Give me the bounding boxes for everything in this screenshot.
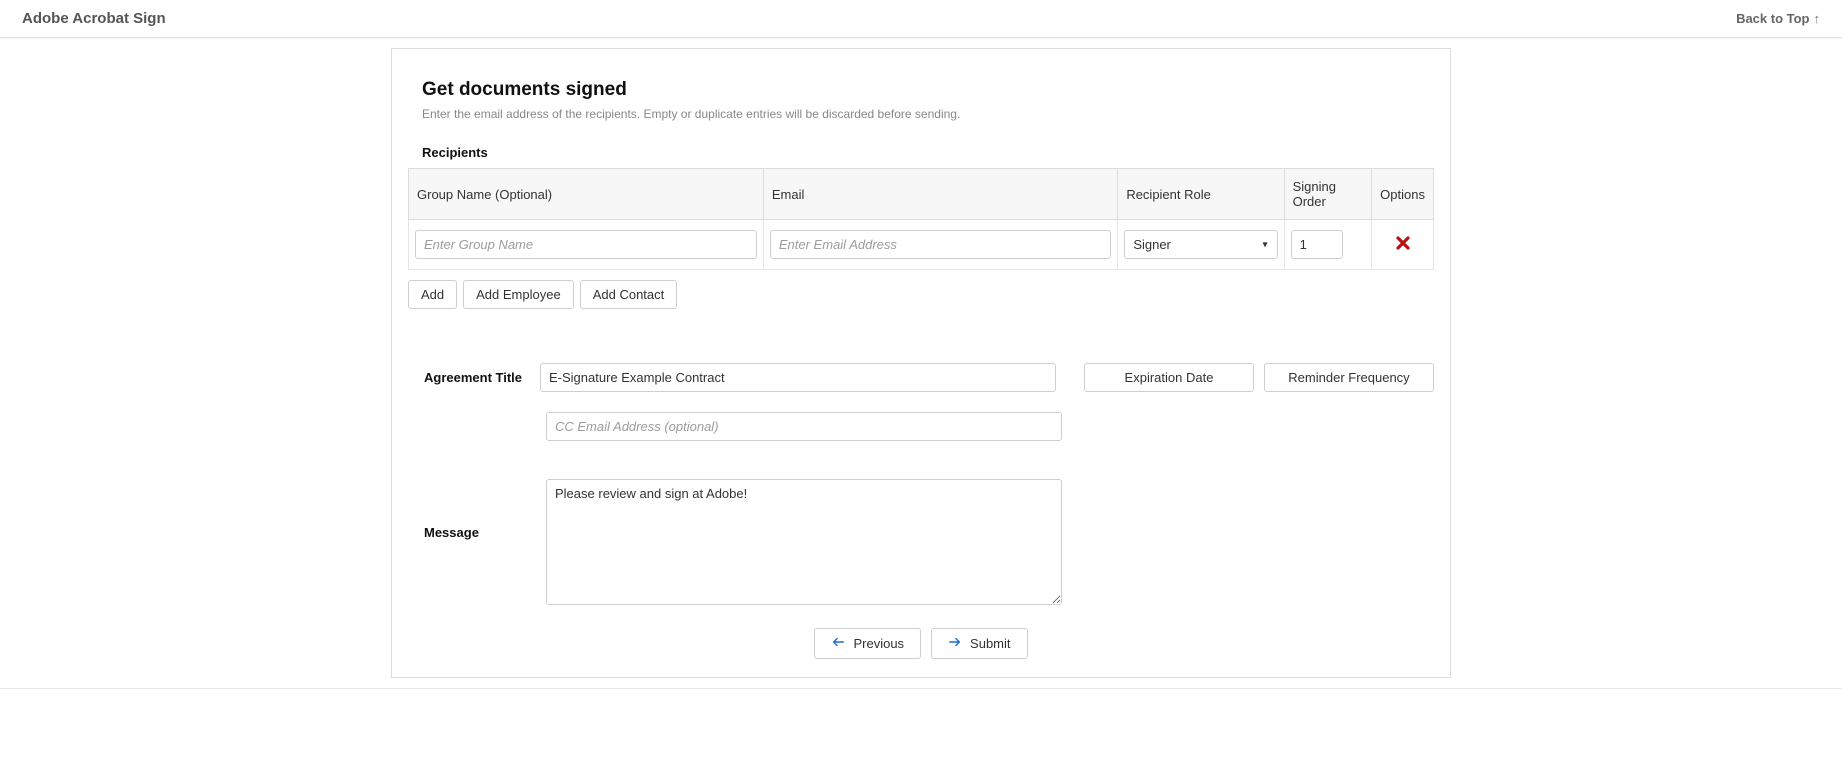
- previous-label: Previous: [853, 636, 904, 651]
- col-header-email: Email: [763, 169, 1117, 220]
- col-header-group: Group Name (Optional): [409, 169, 764, 220]
- group-name-input[interactable]: [415, 230, 757, 259]
- email-input[interactable]: [770, 230, 1111, 259]
- arrow-left-icon: [831, 635, 845, 652]
- message-label: Message: [424, 479, 530, 540]
- agreement-title-input[interactable]: [540, 363, 1056, 392]
- topbar: Adobe Acrobat Sign Back to Top ↑: [0, 0, 1842, 38]
- close-icon: [1395, 235, 1411, 254]
- form-panel: Get documents signed Enter the email add…: [391, 48, 1451, 678]
- back-to-top-label: Back to Top: [1736, 11, 1809, 26]
- previous-button[interactable]: Previous: [814, 628, 921, 659]
- recipients-label: Recipients: [408, 145, 1434, 160]
- submit-label: Submit: [970, 636, 1010, 651]
- agreement-title-label: Agreement Title: [424, 370, 524, 385]
- recipient-role-select[interactable]: Signer: [1124, 230, 1277, 259]
- reminder-frequency-button[interactable]: Reminder Frequency: [1264, 363, 1434, 392]
- recipients-table: Group Name (Optional) Email Recipient Ro…: [408, 168, 1434, 270]
- arrow-right-icon: [948, 635, 962, 652]
- expiration-date-button[interactable]: Expiration Date: [1084, 363, 1254, 392]
- cc-email-input[interactable]: [546, 412, 1062, 441]
- delete-row-button[interactable]: [1391, 233, 1415, 257]
- add-button[interactable]: Add: [408, 280, 457, 309]
- page-heading: Get documents signed: [408, 79, 1434, 101]
- arrow-up-icon: ↑: [1814, 11, 1821, 26]
- back-to-top-link[interactable]: Back to Top ↑: [1736, 11, 1820, 26]
- page-subheading: Enter the email address of the recipient…: [408, 107, 1434, 121]
- add-employee-button[interactable]: Add Employee: [463, 280, 574, 309]
- col-header-options: Options: [1372, 169, 1434, 220]
- recipient-row: Signer: [409, 220, 1434, 270]
- message-textarea[interactable]: [546, 479, 1062, 605]
- add-contact-button[interactable]: Add Contact: [580, 280, 678, 309]
- col-header-role: Recipient Role: [1118, 169, 1284, 220]
- col-header-order: Signing Order: [1284, 169, 1372, 220]
- submit-button[interactable]: Submit: [931, 628, 1027, 659]
- bottom-divider: [0, 688, 1842, 689]
- signing-order-input[interactable]: [1291, 230, 1343, 259]
- app-title: Adobe Acrobat Sign: [22, 10, 166, 27]
